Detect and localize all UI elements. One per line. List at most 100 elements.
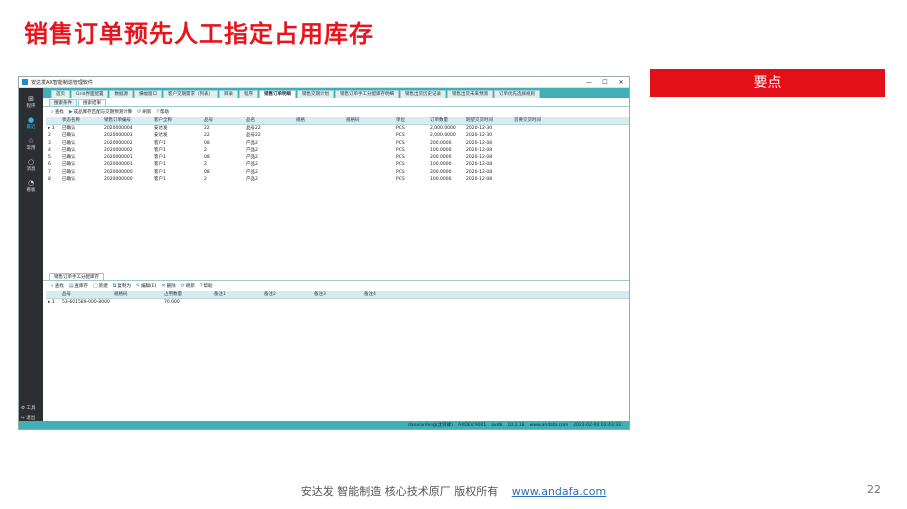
toolbar-button-label: 成品库存匹配与交期预测计算 bbox=[73, 110, 133, 115]
footer-link[interactable]: www.andafa.com bbox=[512, 485, 607, 498]
column-header[interactable]: 备注3 bbox=[312, 291, 362, 298]
table-cell: 08 bbox=[204, 169, 210, 175]
toolbar-button-7[interactable]: ? 帮助 bbox=[200, 283, 213, 289]
toolbar-button-label: 刷新 bbox=[185, 284, 195, 289]
close-button[interactable]: ✕ bbox=[613, 79, 629, 86]
column-header[interactable]: 备注4 bbox=[362, 291, 412, 298]
tab-1[interactable]: Grid界面配置 bbox=[71, 90, 109, 98]
tab-8[interactable]: 销售交期计划 bbox=[296, 90, 334, 98]
table-cell: 2,000.0000 bbox=[430, 133, 456, 139]
search-icon: ⌕ bbox=[51, 283, 54, 289]
toolbar-button-1[interactable]: ▤ 查库存 bbox=[69, 283, 88, 289]
tab-12[interactable]: 订单优先选择规则 bbox=[493, 90, 540, 98]
tab-3[interactable]: 横幅窗口 bbox=[133, 90, 162, 98]
toolbar-button-0[interactable]: ⌕ 查找 bbox=[51, 109, 64, 115]
table-row[interactable]: 8 已确认 2020000000 客户1 2 产品2 PCS 100.0000 2020-12-… bbox=[46, 176, 629, 183]
table-row[interactable]: 7 已确认 2020000000 客户1 08 产品2 PCS 200.0000 2020-12… bbox=[46, 169, 629, 176]
table-cell: 100.0000 bbox=[430, 162, 452, 168]
tab-7[interactable]: 销售订单明细 bbox=[258, 90, 296, 98]
window-title: 安达发AX智能制造管理软件 bbox=[31, 79, 93, 86]
column-header[interactable]: 首要交货时间 bbox=[512, 117, 560, 124]
table-cell bbox=[344, 176, 394, 183]
table-cell: 已确认 bbox=[62, 169, 76, 175]
minimize-button[interactable]: — bbox=[581, 79, 597, 86]
row-number: 2 bbox=[48, 133, 51, 139]
column-header[interactable]: 备注2 bbox=[262, 291, 312, 298]
app-window: 安达发AX智能制造管理软件 — ☐ ✕ ⊞ 程序 ● 最近 ☆ 常用 ○ 消息 ◔ 看板 … bbox=[18, 76, 630, 430]
toolbar-button-label: 查找 bbox=[54, 110, 64, 115]
column-header[interactable]: 规格 bbox=[294, 117, 344, 124]
column-header[interactable]: 单位 bbox=[394, 117, 428, 124]
column-header[interactable]: 占用数量 bbox=[162, 291, 212, 298]
tab-6[interactable]: 程序 bbox=[238, 90, 258, 98]
column-header[interactable]: 品号 bbox=[202, 117, 244, 124]
table-row[interactable]: 6 已确认 2020000001 客户1 2 产品2 PCS 100.0000 2020-12-… bbox=[46, 161, 629, 168]
footer: 安达发 智能制造 核心技术原厂 版权所有 www.andafa.com bbox=[0, 483, 907, 499]
subtab-1[interactable]: 搜索结果 bbox=[78, 99, 106, 106]
toolbar-button-1[interactable]: ▶ 成品库存匹配与交期预测计算 bbox=[69, 109, 132, 115]
table-row[interactable]: 5 已确认 2020000001 客户1 08 产品2 PCS 200.0000 2020-12… bbox=[46, 154, 629, 161]
toolbar-button-2[interactable]: ▢ 新建 bbox=[93, 283, 108, 289]
column-header[interactable]: 期望交货时间 bbox=[464, 117, 512, 124]
column-header[interactable]: 规格码 bbox=[344, 117, 394, 124]
toolbar-button-5[interactable]: ✕ 删除 bbox=[161, 283, 175, 289]
column-header[interactable]: 备注1 bbox=[212, 291, 262, 298]
tab-0[interactable]: 首页 bbox=[51, 90, 70, 98]
table-row[interactable]: ▸ 1 53-601589-000-8000 70.000 bbox=[46, 299, 629, 306]
upper-toolbar: ⌕ 查找 ▶ 成品库存匹配与交期预测计算 ⟳ 刷新 ? 帮助 bbox=[43, 107, 629, 117]
refresh-icon: ⟳ bbox=[137, 109, 142, 115]
table-cell: 200.0000 bbox=[430, 155, 452, 161]
row-number: 5 bbox=[48, 155, 51, 161]
toolbar-button-label: 新建 bbox=[98, 284, 108, 289]
table-row[interactable]: 3 已确认 2020000002 客户1 08 产品2 PCS 200.0000 2020-12… bbox=[46, 140, 629, 147]
column-header[interactable]: 品名 bbox=[244, 117, 294, 124]
table-cell: 2020000003 bbox=[104, 133, 133, 139]
toolbar-button-6[interactable]: ⟳ 刷新 bbox=[181, 283, 195, 289]
gear-icon: ⚙ bbox=[21, 406, 26, 411]
refresh-icon: ⟳ bbox=[180, 283, 185, 289]
message-icon: ○ bbox=[27, 158, 35, 166]
maximize-button[interactable]: ☐ bbox=[597, 79, 613, 86]
tab-10[interactable]: 销售出货历史记录 bbox=[399, 90, 446, 98]
column-header[interactable]: 订单数量 bbox=[428, 117, 464, 124]
subtab-0[interactable]: 销售订单手工分配库存 bbox=[49, 273, 104, 280]
table-row[interactable]: ▸ 1 已确认 2020000004 安达发 22 品号22 PCS 2,000.0000 20… bbox=[46, 125, 629, 132]
column-header[interactable]: 状态名称 bbox=[60, 117, 102, 124]
tab-9[interactable]: 销售订单手工分配库存明细 bbox=[334, 90, 399, 98]
column-header[interactable]: 品号 bbox=[60, 291, 112, 298]
tab-2[interactable]: 数据源 bbox=[109, 90, 133, 98]
table-cell bbox=[512, 161, 560, 168]
tab-4[interactable]: 客户交期需求（列表） bbox=[162, 90, 218, 98]
toolbar-button-3[interactable]: ? 帮助 bbox=[156, 109, 169, 115]
table-cell: 2020-12-08 bbox=[466, 155, 493, 161]
sidebar-item-messages[interactable]: ○ 消息 bbox=[19, 158, 43, 172]
column-header[interactable]: 规格码 bbox=[112, 291, 162, 298]
table-cell bbox=[262, 299, 312, 306]
toolbar-button-4[interactable]: ✎ 编辑(E) bbox=[136, 283, 157, 289]
sidebar-item-recent[interactable]: ● 最近 bbox=[19, 116, 43, 130]
toolbar-button-label: 删除 bbox=[166, 284, 176, 289]
table-cell: 2 bbox=[204, 162, 207, 168]
tab-5[interactable]: 目录 bbox=[218, 90, 238, 98]
row-number: ▸ 1 bbox=[48, 126, 55, 131]
upper-subtabs: 搜索条件 搜索结果 bbox=[43, 98, 629, 107]
table-row[interactable]: 2 已确认 2020000003 安达发 22 品号22 PCS 2,000.0000 2020… bbox=[46, 132, 629, 139]
table-cell: 已确认 bbox=[62, 147, 76, 153]
toolbar-button-label: 刷新 bbox=[142, 110, 152, 115]
column-header[interactable]: 销售订单编号 bbox=[102, 117, 152, 124]
sidebar-item-programs[interactable]: ⊞ 程序 bbox=[19, 95, 43, 109]
table-cell bbox=[344, 125, 394, 132]
sidebar-item-dashboard[interactable]: ◔ 看板 bbox=[19, 179, 43, 193]
table-row[interactable]: 4 已确认 2020000002 客户1 2 产品2 PCS 100.0000 2020-12-… bbox=[46, 147, 629, 154]
table-cell bbox=[294, 125, 344, 132]
subtab-0[interactable]: 搜索条件 bbox=[49, 99, 77, 106]
toolbar-button-0[interactable]: ⌕ 查找 bbox=[51, 283, 64, 289]
table-cell: 2 bbox=[204, 147, 207, 153]
column-header[interactable]: 客户全称 bbox=[152, 117, 202, 124]
toolbar-button-3[interactable]: ⧉ 复制为 bbox=[113, 283, 131, 289]
sidebar-tools[interactable]: ⚙ 工具 bbox=[21, 405, 43, 411]
sidebar-item-favorites[interactable]: ☆ 常用 bbox=[19, 137, 43, 151]
table-cell bbox=[294, 176, 344, 183]
tab-11[interactable]: 销售出货未来预测 bbox=[446, 90, 493, 98]
toolbar-button-2[interactable]: ⟳ 刷新 bbox=[137, 109, 151, 115]
